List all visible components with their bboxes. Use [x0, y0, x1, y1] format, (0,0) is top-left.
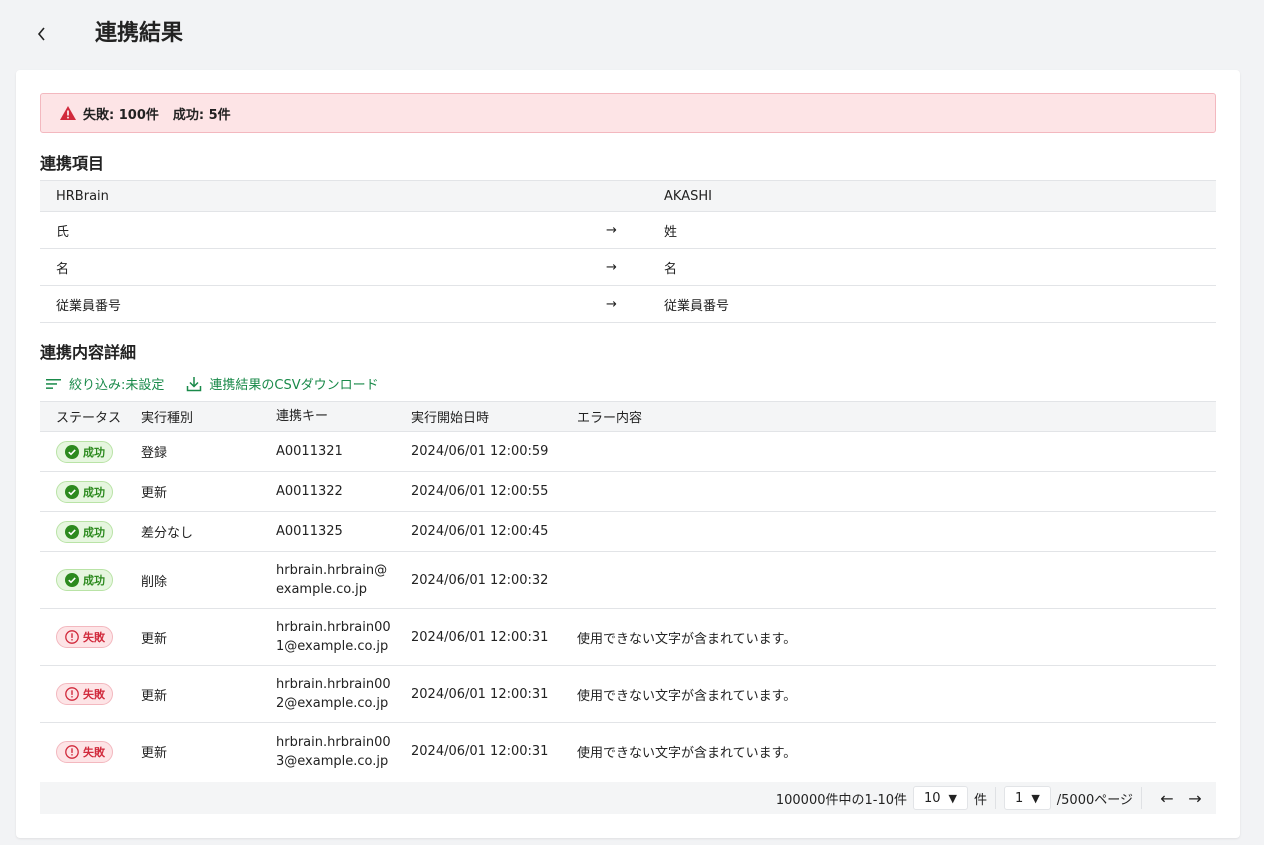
exec-datetime: 2024/06/01 12:00:31: [411, 744, 549, 759]
column-header-datetime: 実行開始日時: [411, 411, 490, 426]
table-row: 成功 削除 hrbrain.hrbrain@ example.co.jp 2024…: [40, 552, 1216, 609]
exec-type: 削除: [141, 574, 168, 590]
check-circle-icon: [65, 524, 79, 539]
link-key: hrbrain.hrbrain00 1@example.co.jp: [276, 620, 391, 654]
divider: [1141, 787, 1142, 809]
total-pages: /5000ページ: [1056, 792, 1133, 808]
table-row: 失敗 更新 hrbrain.hrbrain00 1@example.co.jp 2…: [40, 609, 1216, 666]
error-message: 使用できない文字が含まれています。: [577, 746, 797, 761]
page-select[interactable]: 1 ▼: [1004, 786, 1051, 810]
table-row: 失敗 更新 hrbrain.hrbrain00 3@example.co.jp 2…: [40, 723, 1216, 780]
exec-datetime: 2024/06/01 12:00:45: [411, 524, 549, 539]
link-key: A0011321: [276, 444, 343, 459]
exec-type: 更新: [141, 688, 168, 704]
csv-download-button[interactable]: 連携結果のCSVダウンロード: [186, 374, 379, 393]
status-badge: 失敗: [56, 740, 113, 763]
mapping-source: 氏: [56, 224, 70, 240]
caret-down-icon: ▼: [1031, 791, 1040, 805]
column-header-key: 連携キー: [276, 409, 329, 424]
exec-datetime: 2024/06/01 12:00:55: [411, 484, 549, 499]
status-badge: 失敗: [56, 683, 113, 705]
failed-count: 失敗: 100件: [83, 107, 159, 123]
filter-button[interactable]: 絞り込み:未設定: [46, 374, 164, 393]
mapping-target: 従業員番号: [664, 298, 730, 314]
per-page-select[interactable]: 10 ▼: [913, 786, 969, 810]
link-key: A0011322: [276, 484, 343, 499]
download-icon: [187, 376, 202, 391]
status-alert: 失敗: 100件 成功: 5件: [40, 93, 1216, 133]
status-badge: 成功: [56, 569, 113, 591]
link-key: hrbrain.hrbrain00 2@example.co.jp: [276, 677, 391, 711]
exec-datetime: 2024/06/01 12:00:32: [411, 572, 549, 588]
arrow-icon: →: [606, 296, 617, 312]
mapping-row: 氏 → 姓: [40, 212, 1216, 249]
prev-page-button[interactable]: ←: [1156, 789, 1178, 808]
link-key: A0011325: [276, 524, 343, 539]
page-title: 連携結果: [95, 21, 184, 46]
mapping-title: 連携項目: [40, 154, 105, 173]
page-header: 連携結果: [0, 0, 1264, 70]
check-circle-icon: [65, 484, 79, 499]
exclamation-circle-icon: [65, 744, 79, 759]
mapping-source: 名: [56, 261, 70, 277]
details-table: ステータス 実行種別 連携キー 実行開始日時 エラー内容 成功 登録 A0011…: [40, 401, 1216, 780]
arrow-icon: →: [606, 222, 617, 238]
next-page-button[interactable]: →: [1184, 789, 1206, 808]
mapping-row: 従業員番号 → 従業員番号: [40, 286, 1216, 323]
mapping-table: HRBrain AKASHI 氏 → 姓 名 → 名 従業員番号 → 従業員番号: [40, 180, 1216, 323]
error-message: 使用できない文字が含まれています。: [577, 631, 797, 647]
exclamation-circle-icon: [65, 630, 79, 644]
mapping-row: 名 → 名: [40, 249, 1216, 286]
pagination-bar: 100000件中の1-10件 10 ▼ 件 1 ▼ /5000ページ ← →: [40, 782, 1216, 814]
success-count: 成功: 5件: [172, 107, 231, 123]
check-circle-icon: [65, 573, 79, 587]
mapping-target: 姓: [664, 224, 678, 240]
exec-type: 差分なし: [141, 526, 194, 541]
exec-type: 更新: [141, 486, 168, 501]
status-badge: 失敗: [56, 626, 113, 648]
exec-datetime: 2024/06/01 12:00:59: [411, 444, 549, 459]
exec-type: 更新: [141, 631, 168, 647]
download-label: 連携結果のCSVダウンロード: [209, 378, 379, 393]
check-circle-icon: [65, 444, 79, 459]
mapping-target-header: AKASHI: [664, 188, 712, 204]
warning-triangle-icon: [60, 106, 76, 120]
details-title: 連携内容詳細: [40, 343, 137, 362]
table-row: 成功 更新 A0011322 2024/06/01 12:00:55: [40, 472, 1216, 512]
status-badge: 成功: [56, 440, 113, 463]
pagination-summary: 100000件中の1-10件: [775, 792, 907, 808]
divider: [995, 787, 997, 809]
exec-type: 更新: [141, 746, 168, 761]
result-card: 失敗: 100件 成功: 5件 連携項目 HRBrain AKASHI 氏 → …: [16, 70, 1240, 838]
filter-label: 絞り込み:未設定: [69, 378, 165, 393]
link-key: hrbrain.hrbrain00 3@example.co.jp: [276, 734, 391, 769]
exclamation-circle-icon: [65, 687, 79, 701]
chevron-left-icon: [37, 27, 45, 41]
column-header-status: ステータス: [56, 411, 122, 426]
details-header-row: ステータス 実行種別 連携キー 実行開始日時 エラー内容: [40, 401, 1216, 432]
mapping-source: 従業員番号: [56, 298, 122, 314]
error-message: 使用できない文字が含まれています。: [577, 688, 797, 704]
table-row: 成功 差分なし A0011325 2024/06/01 12:00:45: [40, 512, 1216, 552]
column-header-error: エラー内容: [577, 411, 643, 426]
exec-type: 登録: [141, 446, 168, 461]
filter-lines-icon: [46, 378, 61, 389]
arrow-icon: →: [606, 259, 617, 275]
column-header-type: 実行種別: [141, 411, 194, 426]
mapping-target: 名: [664, 261, 678, 277]
status-badge: 成功: [56, 520, 113, 543]
back-button[interactable]: [30, 22, 54, 46]
caret-down-icon: ▼: [948, 791, 958, 805]
details-toolbar: 絞り込み:未設定 連携結果のCSVダウンロード: [46, 374, 401, 393]
mapping-source-header: HRBrain: [56, 188, 109, 204]
exec-datetime: 2024/06/01 12:00:31: [411, 686, 549, 702]
table-row: 成功 登録 A0011321 2024/06/01 12:00:59: [40, 432, 1216, 472]
mapping-header-row: HRBrain AKASHI: [40, 180, 1216, 212]
table-row: 失敗 更新 hrbrain.hrbrain00 2@example.co.jp 2…: [40, 666, 1216, 723]
status-badge: 成功: [56, 480, 113, 503]
link-key: hrbrain.hrbrain@ example.co.jp: [276, 563, 388, 597]
per-page-unit: 件: [974, 792, 988, 808]
exec-datetime: 2024/06/01 12:00:31: [411, 629, 549, 645]
